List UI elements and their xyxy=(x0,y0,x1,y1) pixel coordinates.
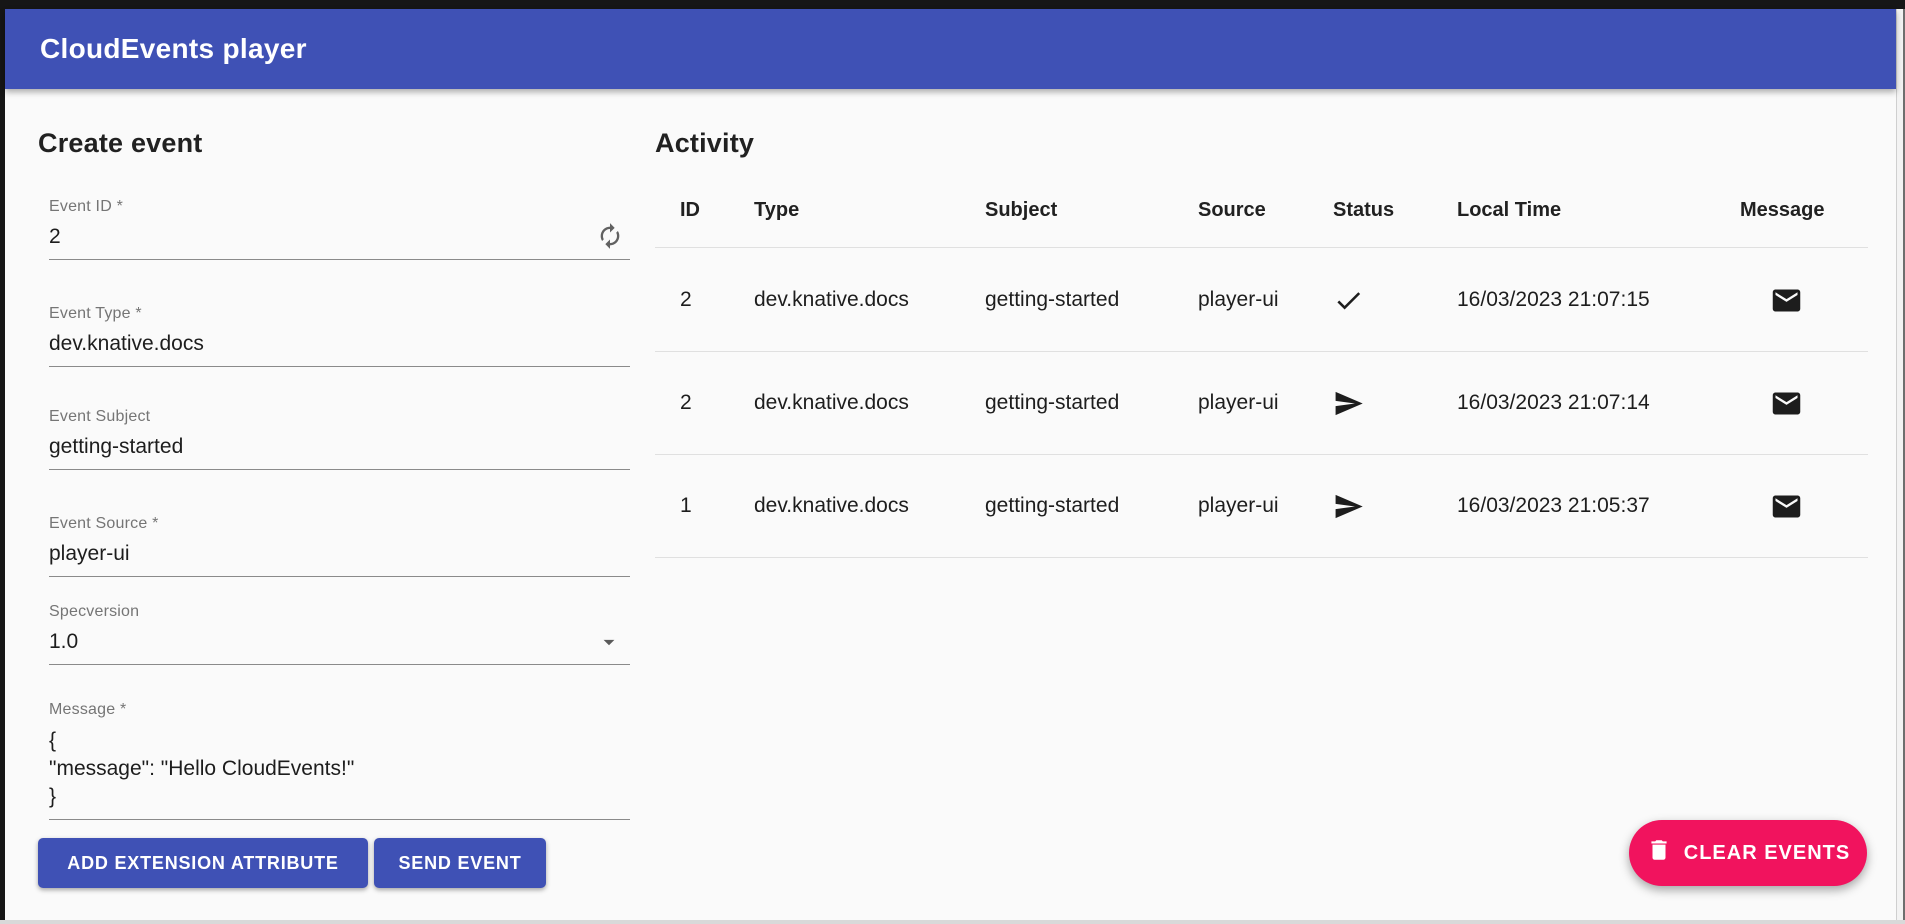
message-value[interactable]: { "message": "Hello CloudEvents!" } xyxy=(49,727,590,811)
window-frame-left xyxy=(0,0,5,924)
cell-source: player-ui xyxy=(1173,494,1308,518)
form-actions: ADD EXTENSION ATTRIBUTE SEND EVENT xyxy=(38,838,630,888)
cell-id: 2 xyxy=(655,288,729,312)
event-id-label: Event ID * xyxy=(49,198,123,216)
cell-message xyxy=(1715,490,1868,523)
activity-table-header: ID Type Subject Source Status Local Time… xyxy=(655,185,1868,248)
cell-local-time: 16/03/2023 21:05:37 xyxy=(1432,494,1715,518)
email-icon[interactable] xyxy=(1770,490,1803,523)
cell-id: 2 xyxy=(655,391,729,415)
cell-local-time: 16/03/2023 21:07:14 xyxy=(1432,391,1715,415)
cell-source: player-ui xyxy=(1173,288,1308,312)
dropdown-arrow-icon[interactable] xyxy=(596,629,622,655)
event-id-field[interactable]: Event ID * 2 xyxy=(49,198,630,260)
event-type-field[interactable]: Event Type * dev.knative.docs xyxy=(49,305,630,367)
create-event-panel: Create event Event ID * 2 Event Type * d… xyxy=(38,128,630,159)
event-source-label: Event Source * xyxy=(49,515,159,533)
event-subject-field[interactable]: Event Subject getting-started xyxy=(49,408,630,470)
specversion-label: Specversion xyxy=(49,603,139,621)
create-event-title: Create event xyxy=(38,128,630,159)
cell-type: dev.knative.docs xyxy=(729,288,960,312)
specversion-select[interactable]: Specversion 1.0 xyxy=(49,603,630,665)
cell-subject: getting-started xyxy=(960,391,1173,415)
specversion-value[interactable]: 1.0 xyxy=(49,630,590,654)
event-subject-label: Event Subject xyxy=(49,408,150,426)
event-subject-value[interactable]: getting-started xyxy=(49,435,590,459)
activity-row: 1 dev.knative.docs getting-started playe… xyxy=(655,455,1868,558)
column-header-message: Message xyxy=(1715,185,1868,247)
app-window: CloudEvents player Create event Event ID… xyxy=(0,0,1905,924)
autorenew-icon[interactable] xyxy=(596,222,624,250)
send-event-button[interactable]: SEND EVENT xyxy=(374,838,546,888)
column-header-status: Status xyxy=(1308,185,1432,247)
cell-type: dev.knative.docs xyxy=(729,494,960,518)
event-source-value[interactable]: player-ui xyxy=(49,542,590,566)
cell-source: player-ui xyxy=(1173,391,1308,415)
cell-type: dev.knative.docs xyxy=(729,391,960,415)
cell-local-time: 16/03/2023 21:07:15 xyxy=(1432,288,1715,312)
column-header-type: Type xyxy=(729,185,960,247)
check-icon xyxy=(1333,285,1432,316)
message-field[interactable]: Message * { "message": "Hello CloudEvent… xyxy=(49,701,630,820)
cell-subject: getting-started xyxy=(960,494,1173,518)
message-label: Message * xyxy=(49,701,126,719)
app-title: CloudEvents player xyxy=(40,33,307,65)
trash-icon xyxy=(1646,837,1672,869)
cell-message xyxy=(1715,387,1868,420)
window-frame-bottom xyxy=(0,920,1905,924)
column-header-id: ID xyxy=(655,185,729,247)
cell-message xyxy=(1715,284,1868,317)
cell-status xyxy=(1308,491,1432,522)
add-extension-attribute-button[interactable]: ADD EXTENSION ATTRIBUTE xyxy=(38,838,368,888)
email-icon[interactable] xyxy=(1770,284,1803,317)
event-type-label: Event Type * xyxy=(49,305,142,323)
clear-events-label: CLEAR EVENTS xyxy=(1684,842,1850,865)
column-header-local-time: Local Time xyxy=(1432,185,1715,247)
activity-row: 2 dev.knative.docs getting-started playe… xyxy=(655,249,1868,352)
activity-title: Activity xyxy=(655,128,1868,159)
app-bar: CloudEvents player xyxy=(5,9,1896,89)
email-icon[interactable] xyxy=(1770,387,1803,420)
activity-panel: Activity ID Type Subject Source Status L… xyxy=(655,128,1868,159)
cell-status xyxy=(1308,285,1432,316)
event-id-value[interactable]: 2 xyxy=(49,225,590,249)
clear-events-button[interactable]: CLEAR EVENTS xyxy=(1629,820,1867,886)
cell-id: 1 xyxy=(655,494,729,518)
column-header-subject: Subject xyxy=(960,185,1173,247)
activity-rows: 2 dev.knative.docs getting-started playe… xyxy=(655,249,1868,558)
event-type-value[interactable]: dev.knative.docs xyxy=(49,332,590,356)
column-header-source: Source xyxy=(1173,185,1308,247)
cell-subject: getting-started xyxy=(960,288,1173,312)
send-icon xyxy=(1333,491,1432,522)
cell-status xyxy=(1308,388,1432,419)
window-frame-top xyxy=(0,0,1905,9)
send-icon xyxy=(1333,388,1432,419)
event-source-field[interactable]: Event Source * player-ui xyxy=(49,515,630,577)
scrollbar[interactable] xyxy=(1896,9,1905,920)
activity-row: 2 dev.knative.docs getting-started playe… xyxy=(655,352,1868,455)
